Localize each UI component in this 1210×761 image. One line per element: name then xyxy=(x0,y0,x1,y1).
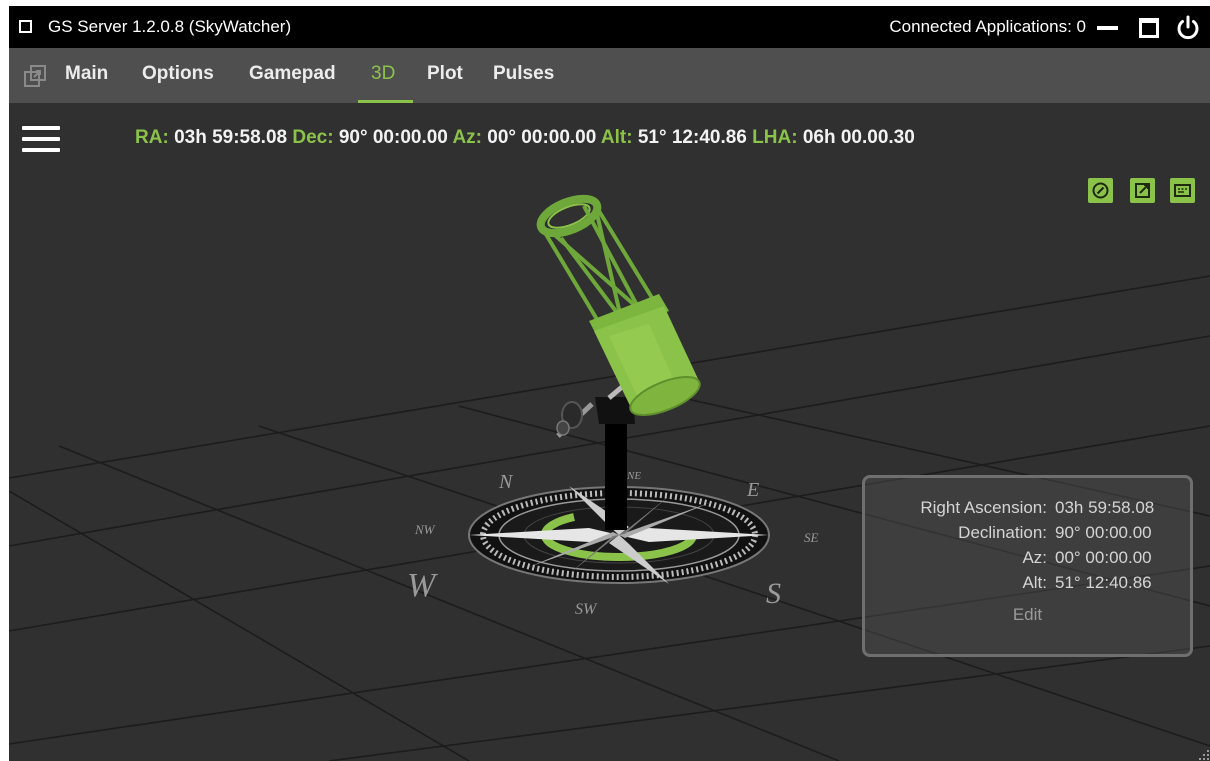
lha-value: 06h 00.00.30 xyxy=(802,127,915,148)
tab-options[interactable]: Options xyxy=(142,63,214,85)
menu-bar: Main Options Gamepad 3D Plot Pulses xyxy=(9,48,1210,103)
minimize-icon xyxy=(1097,26,1118,30)
ra-label: RA: xyxy=(135,127,169,148)
popout-icon xyxy=(24,65,46,87)
open-external-icon xyxy=(1135,183,1150,198)
dec-value: 90° 00:00.00 xyxy=(338,127,448,148)
info-value-dec: 90° 00:00.00 xyxy=(1055,523,1152,542)
hamburger-menu-button[interactable] xyxy=(22,124,60,154)
az-label: Az: xyxy=(452,127,483,148)
info-label-az: Az: xyxy=(1022,548,1047,567)
compass-label-n: N xyxy=(498,471,514,493)
app-window: GS Server 1.2.0.8 (SkyWatcher) Connected… xyxy=(9,6,1210,761)
maximize-button[interactable] xyxy=(1135,14,1163,42)
coordinates-readout: RA: 03h 59:58.08 Dec: 90° 00:00.00 Az: 0… xyxy=(135,127,915,149)
compass-label-nw: NW xyxy=(414,522,436,537)
open-external-button[interactable] xyxy=(1130,178,1155,203)
compass-label-s: S xyxy=(766,577,781,610)
tab-main[interactable]: Main xyxy=(65,63,108,85)
compass-button[interactable] xyxy=(1088,178,1113,203)
alt-label: Alt: xyxy=(600,127,633,148)
compass-label-w: W xyxy=(407,567,438,604)
hamburger-menu-icon xyxy=(22,126,60,130)
tab-3d[interactable]: 3D xyxy=(371,63,395,85)
display-button[interactable] xyxy=(1170,178,1195,203)
resize-grip-icon[interactable] xyxy=(1199,750,1209,760)
lha-label: LHA: xyxy=(752,127,798,148)
position-info-panel: Right Ascension: 03h 59:58.08 Declinatio… xyxy=(862,475,1193,657)
tab-gamepad[interactable]: Gamepad xyxy=(249,63,336,85)
connected-applications-label: Connected Applications: 0 xyxy=(889,17,1086,36)
3d-viewport[interactable]: N NE E SE S SW W NW xyxy=(9,103,1210,761)
info-value-alt: 51° 12:40.86 xyxy=(1055,573,1152,592)
dec-label: Dec: xyxy=(292,127,334,148)
alt-value: 51° 12:40.86 xyxy=(637,127,747,148)
edit-button[interactable]: Edit xyxy=(865,605,1190,625)
compass-label-se: SE xyxy=(804,530,819,545)
popout-button[interactable] xyxy=(23,64,47,88)
display-icon xyxy=(1174,184,1191,197)
tab-pulses[interactable]: Pulses xyxy=(493,63,554,85)
info-value-ra: 03h 59:58.08 xyxy=(1055,498,1155,517)
minimize-button[interactable] xyxy=(1093,14,1121,42)
compass-label-ne: NE xyxy=(626,470,641,482)
az-value: 00° 00:00.00 xyxy=(487,127,597,148)
app-title: GS Server 1.2.0.8 (SkyWatcher) xyxy=(48,17,292,36)
info-label-dec: Declination: xyxy=(958,523,1047,542)
compass-label-e: E xyxy=(746,479,759,501)
info-label-ra: Right Ascension: xyxy=(920,498,1047,517)
info-value-az: 00° 00:00.00 xyxy=(1055,548,1152,567)
power-icon xyxy=(1177,15,1199,40)
title-bar: GS Server 1.2.0.8 (SkyWatcher) Connected… xyxy=(9,6,1210,48)
compass-label-sw: SW xyxy=(575,601,598,618)
compass-icon xyxy=(1092,182,1109,199)
power-button[interactable] xyxy=(1174,14,1202,42)
maximize-icon xyxy=(1139,18,1159,38)
window-icon xyxy=(19,20,32,33)
tab-plot[interactable]: Plot xyxy=(427,63,463,85)
ra-value: 03h 59:58.08 xyxy=(174,127,288,148)
info-label-alt: Alt: xyxy=(1022,573,1047,592)
